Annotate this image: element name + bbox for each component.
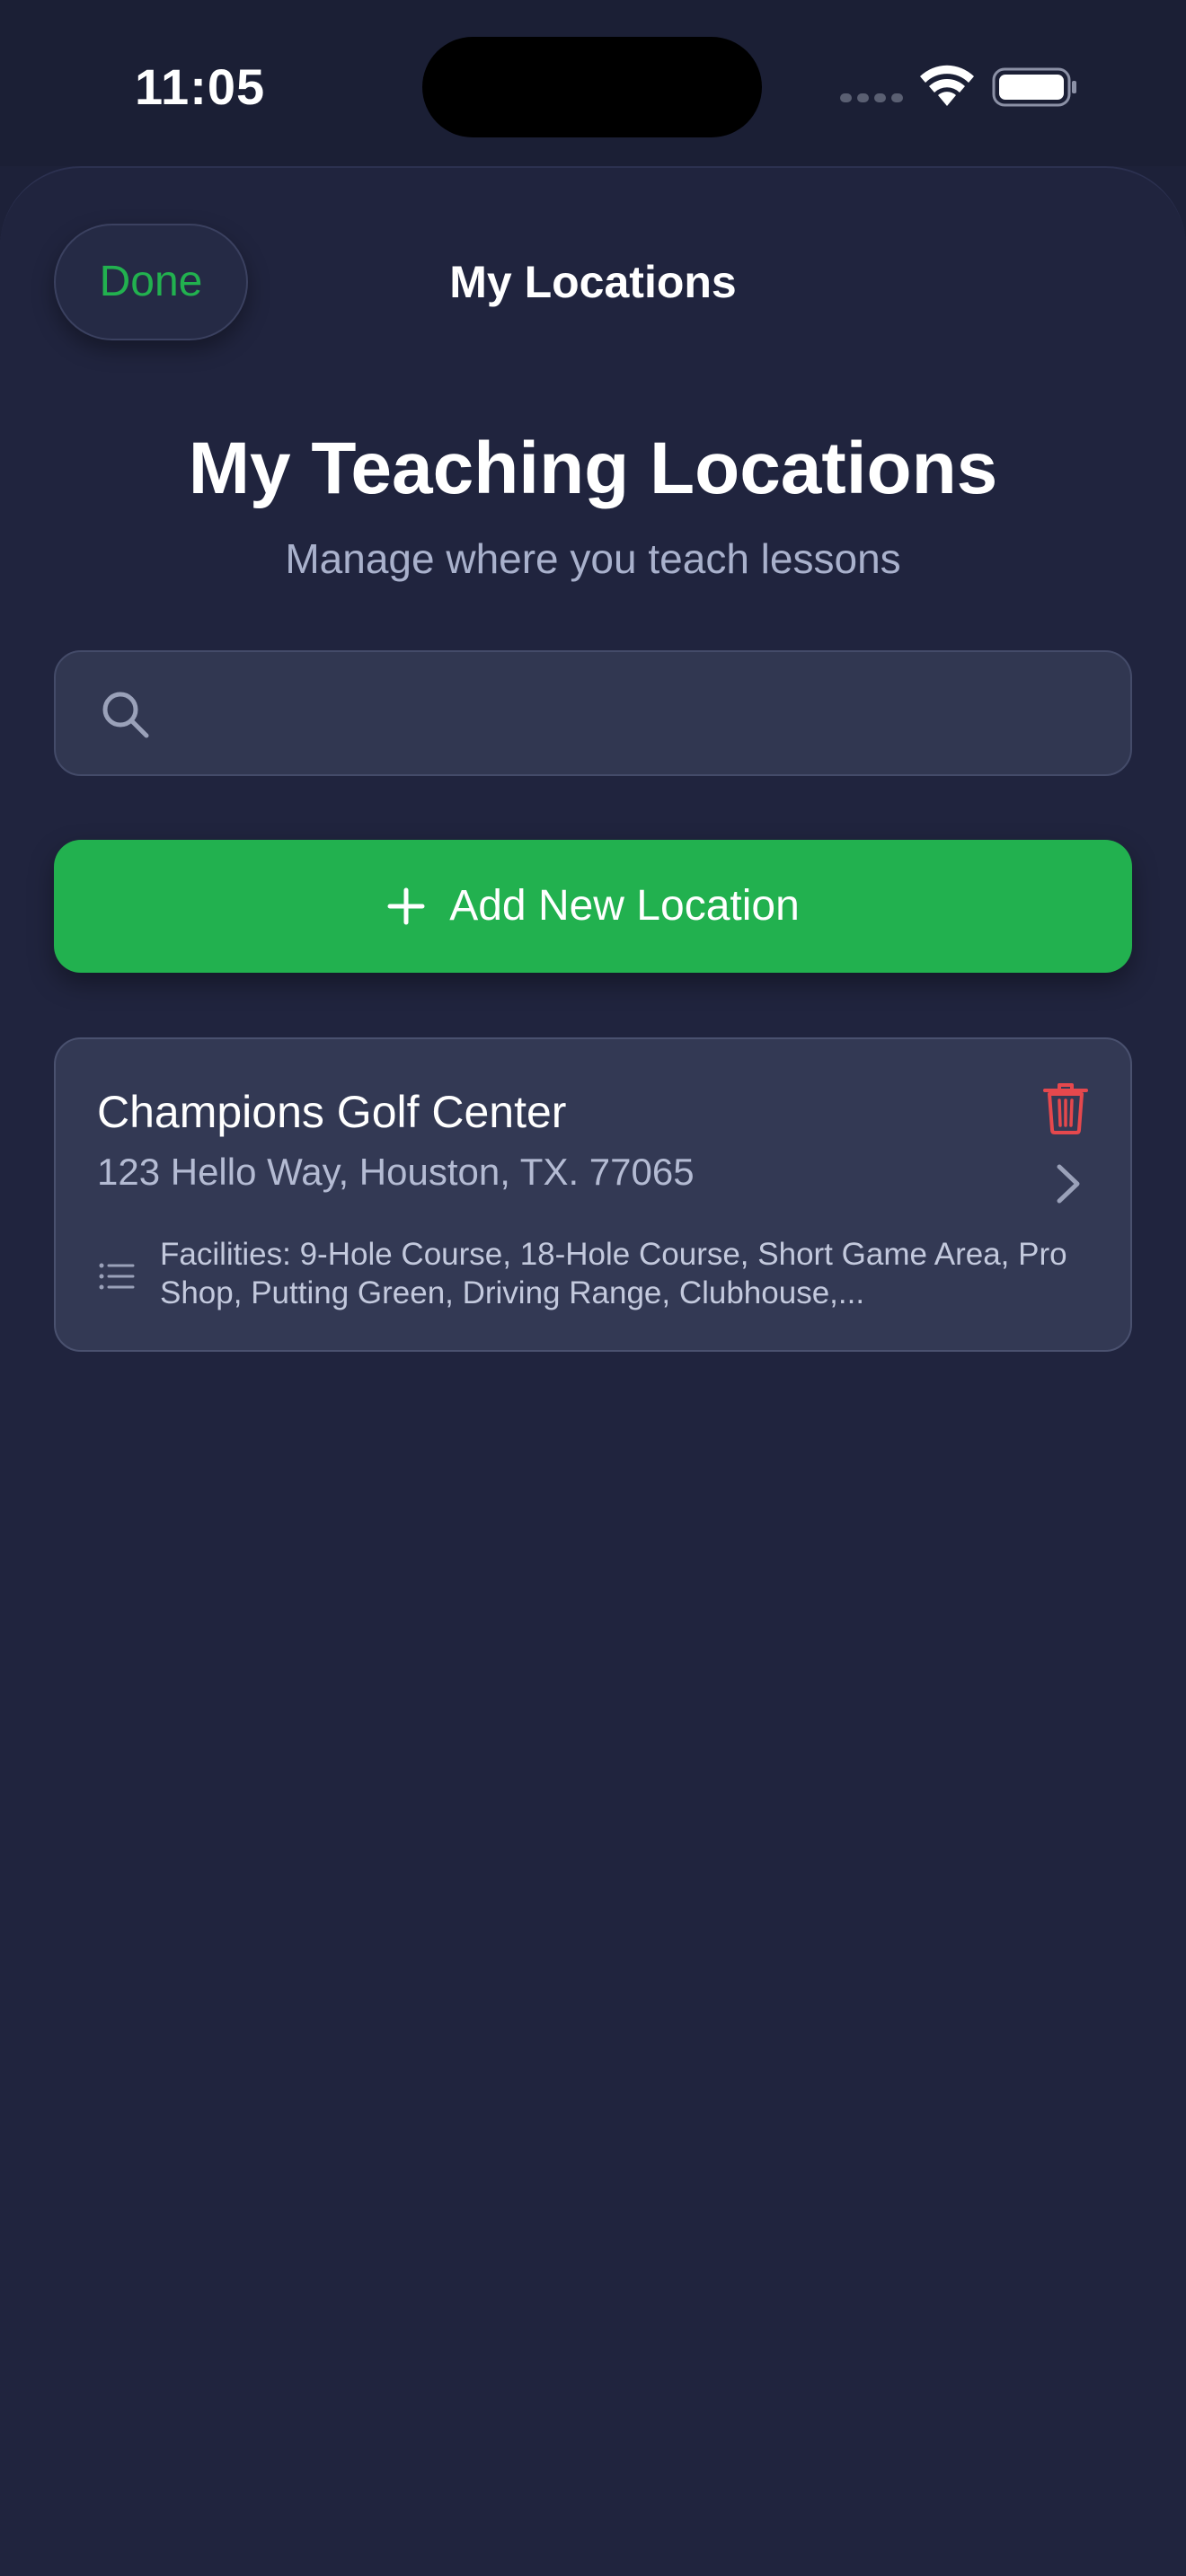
location-name: Champions Golf Center <box>97 1087 567 1137</box>
trash-icon[interactable] <box>1042 1082 1089 1134</box>
plus-icon <box>387 887 425 925</box>
cellular-signal-icon <box>840 93 903 106</box>
list-icon <box>99 1263 135 1290</box>
page-subtitle: Manage where you teach lessons <box>285 535 901 582</box>
search-input[interactable] <box>173 679 1089 751</box>
search-bar[interactable] <box>54 650 1132 776</box>
locations-sheet: Done My Locations My Teaching Locations … <box>0 166 1186 2576</box>
nav-title: My Locations <box>449 257 737 307</box>
page-title: My Teaching Locations <box>188 428 998 509</box>
wifi-icon <box>920 65 974 106</box>
add-new-location-label: Add New Location <box>449 882 800 930</box>
nav-bar: Done My Locations <box>0 168 1186 348</box>
status-bar: 11:05 <box>0 0 1186 166</box>
dynamic-island <box>422 37 762 137</box>
add-new-location-button[interactable]: Add New Location <box>54 840 1132 973</box>
location-address: 123 Hello Way, Houston, TX. 77065 <box>97 1151 695 1193</box>
search-icon <box>102 692 149 738</box>
chevron-right-icon[interactable] <box>1055 1163 1082 1204</box>
battery-icon <box>992 67 1076 107</box>
done-button[interactable]: Done <box>54 224 248 340</box>
location-facilities: Facilities: 9-Hole Course, 18-Hole Cours… <box>160 1237 1067 1310</box>
location-card[interactable]: Champions Golf Center 123 Hello Way, Hou… <box>54 1037 1132 1352</box>
status-time: 11:05 <box>135 58 266 115</box>
